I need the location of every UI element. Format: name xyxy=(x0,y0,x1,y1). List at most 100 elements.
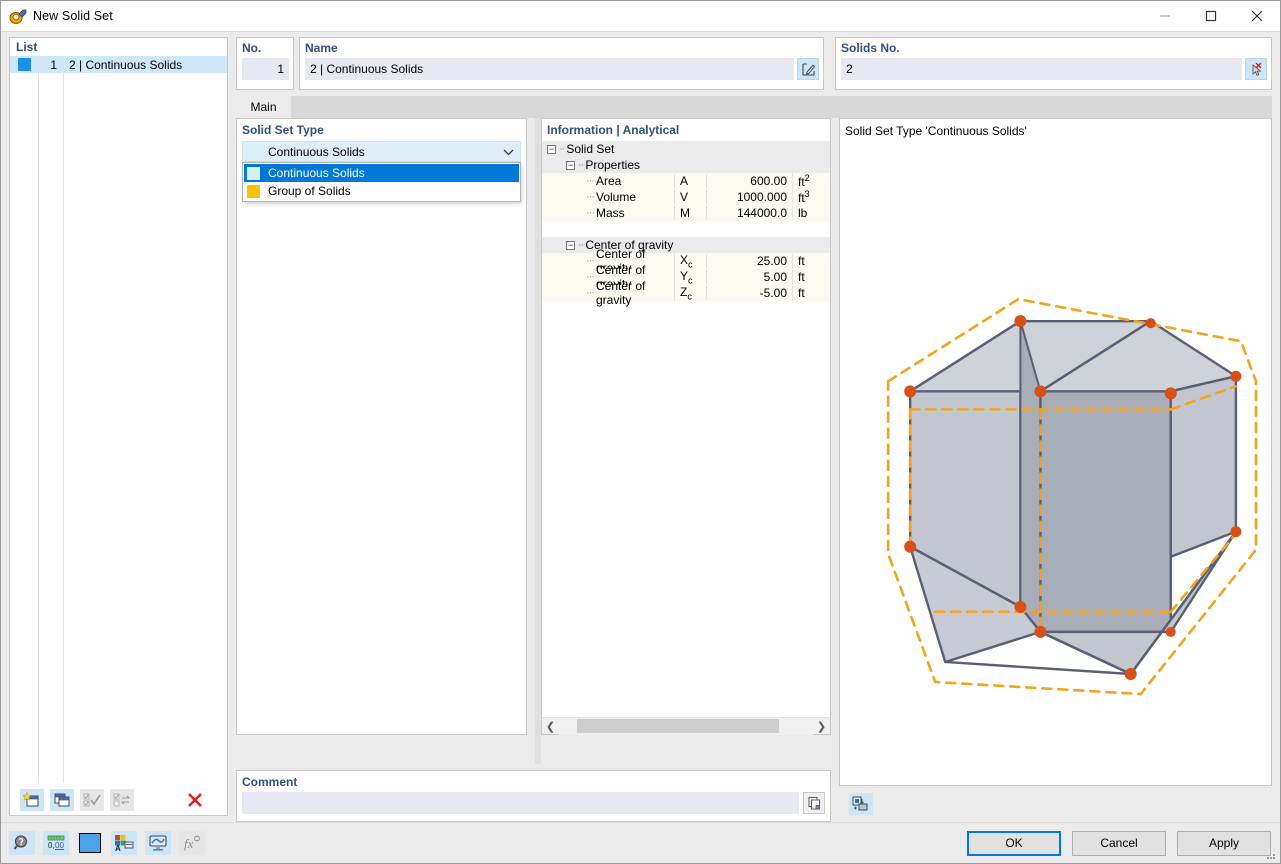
hscroll-track[interactable] xyxy=(559,718,813,735)
preview-caption: Solid Set Type 'Continuous Solids' xyxy=(840,119,1271,138)
name-input-row: 2 | Continuous Solids xyxy=(305,58,819,80)
no-input[interactable]: 1 xyxy=(242,58,289,80)
minimize-icon[interactable] xyxy=(1142,1,1188,31)
hscroll-thumb[interactable] xyxy=(577,719,779,733)
list-column-divider-1 xyxy=(38,56,39,783)
pick-cursor-icon[interactable] xyxy=(1245,58,1267,80)
tree-row[interactable]: − ·· Solid Set xyxy=(542,141,830,157)
tree-connector: ··· xyxy=(586,287,594,299)
tree-row-unit: ft xyxy=(792,254,830,268)
tree-row-label-cell: ··· Volume xyxy=(542,190,674,204)
dialog-body: List 1 2 | Continuous Solids xyxy=(1,32,1280,822)
tree-row-symbol: M xyxy=(674,206,706,220)
tree-row[interactable]: ··· Mass M 144000.0 lb xyxy=(542,205,830,221)
preview-canvas[interactable] xyxy=(840,138,1271,785)
information-hscrollbar[interactable]: ❮ ❯ xyxy=(542,717,830,734)
tree-row-label-cell: ··· Area xyxy=(542,174,674,188)
tree-row-value: -5.00 xyxy=(706,286,792,300)
information-panel: Information | Analytical − ·· Solid Set xyxy=(541,118,831,735)
chevron-down-icon[interactable] xyxy=(503,145,514,159)
magnifier-question-icon[interactable] xyxy=(9,831,35,855)
svg-text:A: A xyxy=(115,844,121,852)
tree-row-label-cell: − ·· Solid Set xyxy=(542,142,674,156)
invert-selection-button xyxy=(110,789,134,811)
number-format-icon[interactable]: 0, 00 xyxy=(43,831,69,855)
cancel-button[interactable]: Cancel xyxy=(1072,831,1166,856)
tree-row[interactable]: ··· Area A 600.00 ft2 xyxy=(542,173,830,189)
collapse-icon[interactable]: − xyxy=(547,145,556,154)
option-label-group-of-solids: Group of Solids xyxy=(268,184,351,198)
edit-pencil-icon[interactable] xyxy=(797,58,819,80)
monitor-icon[interactable] xyxy=(145,831,171,855)
information-tree: − ·· Solid Set xyxy=(542,141,830,717)
scroll-right-icon[interactable]: ❯ xyxy=(813,720,830,733)
title-bar: New Solid Set xyxy=(1,1,1280,32)
list-toolbar xyxy=(10,783,227,815)
main-column: No. 1 Name 2 | Continuous Solids xyxy=(231,32,1280,822)
list-grid: 1 2 | Continuous Solids xyxy=(10,56,227,783)
svg-text:fx: fx xyxy=(184,836,194,851)
tree-row[interactable]: ··· Volume V 1000.000 ft3 xyxy=(542,189,830,205)
close-icon[interactable] xyxy=(1234,1,1280,31)
tree-row-label: Volume xyxy=(596,190,636,204)
tree-row-symbol: A xyxy=(674,174,706,188)
tree-row-label: Center of gravity xyxy=(596,279,674,307)
footer-icon-group: 0, 00 A xyxy=(9,831,205,855)
solid-set-type-selected-swatch xyxy=(247,145,260,158)
solid-set-type-combo[interactable]: Continuous Solids xyxy=(242,141,521,162)
tree-row[interactable]: − ·· Properties xyxy=(542,157,830,173)
tree-row-unit: lb xyxy=(792,206,830,220)
dropdown-option-group-of-solids[interactable]: Group of Solids xyxy=(244,182,519,200)
tree-row-unit: ft xyxy=(792,286,830,300)
solids-no-input[interactable]: 2 xyxy=(841,58,1242,80)
label-properties-icon[interactable]: A xyxy=(111,831,137,855)
tree-row-label-cell: − ·· Properties xyxy=(542,158,674,172)
preview-column: Solid Set Type 'Continuous Solids' xyxy=(839,118,1272,822)
scroll-left-icon[interactable]: ❮ xyxy=(542,720,559,733)
maximize-icon[interactable] xyxy=(1188,1,1234,31)
fx-icon: fx xyxy=(179,831,205,855)
dropdown-option-continuous-solids[interactable]: Continuous Solids xyxy=(244,164,519,182)
list-item-color-swatch xyxy=(18,58,31,71)
name-input[interactable]: 2 | Continuous Solids xyxy=(305,58,794,80)
form-column: Solid Set Type Continuous Solids xyxy=(236,118,831,822)
window-title: New Solid Set xyxy=(33,9,113,23)
copy-comment-icon[interactable] xyxy=(803,792,825,814)
list-item[interactable]: 1 2 | Continuous Solids xyxy=(10,56,227,73)
tree-connector: ·· xyxy=(559,143,564,155)
tree-connector: ·· xyxy=(578,159,583,171)
color-square-icon[interactable] xyxy=(77,831,103,855)
tree-row-label: Properties xyxy=(585,158,640,172)
resize-grip[interactable] xyxy=(1265,849,1277,861)
solids-no-field-group: Solids No. 2 xyxy=(835,37,1272,90)
solids-no-field-label: Solids No. xyxy=(841,41,1267,55)
render-mode-icon[interactable] xyxy=(849,793,873,815)
copy-item-button[interactable] xyxy=(50,789,74,811)
solid-set-type-panel: Solid Set Type Continuous Solids xyxy=(236,118,527,735)
no-field-label: No. xyxy=(242,41,289,55)
comment-row xyxy=(242,792,825,814)
tree-row-unit: ft3 xyxy=(792,189,830,205)
ok-button[interactable]: OK xyxy=(967,831,1061,856)
option-swatch-group-of-solids xyxy=(247,185,260,198)
collapse-icon[interactable]: − xyxy=(566,161,575,170)
tree-row-label: Mass xyxy=(596,206,625,220)
tab-main[interactable]: Main xyxy=(236,96,291,118)
list-panel-header: List xyxy=(10,38,227,56)
preview-panel: Solid Set Type 'Continuous Solids' xyxy=(839,118,1272,786)
tree-row[interactable]: ··· Center of gravity Zc -5.00 ft xyxy=(542,285,830,301)
comment-input[interactable] xyxy=(242,792,799,814)
solid-set-type-title: Solid Set Type xyxy=(237,119,526,141)
svg-text:00: 00 xyxy=(55,841,64,850)
dialog-footer: 0, 00 A xyxy=(1,822,1280,863)
delete-item-button[interactable] xyxy=(183,789,207,811)
new-solid-set-dialog: New Solid Set List 1 2 | Con xyxy=(0,0,1281,864)
solid-set-type-dropdown[interactable]: Continuous Solids Group of Solids xyxy=(242,162,521,202)
new-item-button[interactable] xyxy=(20,789,44,811)
solid-set-icon xyxy=(7,5,29,27)
panes-row: Solid Set Type Continuous Solids xyxy=(236,118,831,764)
solid-set-3d-graphic xyxy=(840,138,1271,785)
option-label-continuous-solids: Continuous Solids xyxy=(268,166,365,180)
information-panel-title: Information | Analytical xyxy=(542,119,830,141)
apply-button[interactable]: Apply xyxy=(1177,831,1271,856)
